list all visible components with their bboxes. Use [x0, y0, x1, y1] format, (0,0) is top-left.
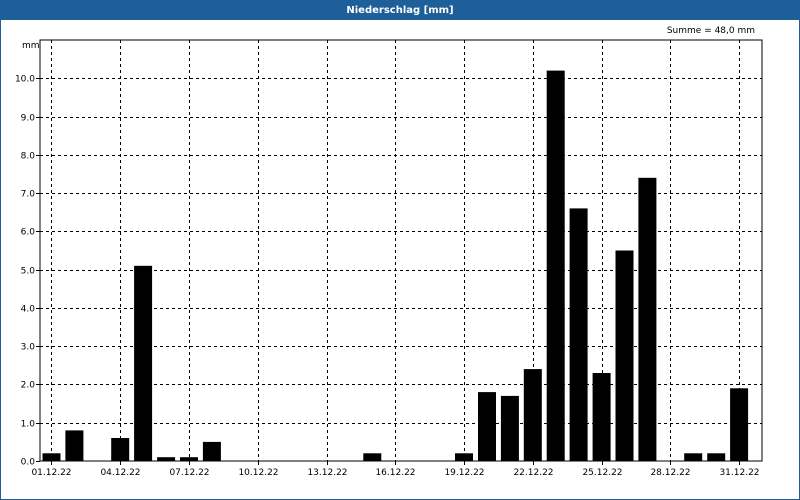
y-tick-label: 9.0 — [21, 114, 36, 124]
x-tick-label: 22.12.22 — [513, 468, 553, 478]
y-tick-label: 3.0 — [21, 343, 36, 353]
y-tick-label: 4.0 — [21, 305, 36, 315]
sum-annotation: Summe = 48,0 mm — [667, 26, 755, 36]
y-tick-label: 8.0 — [21, 152, 36, 162]
bar — [202, 441, 221, 461]
x-tick-label: 10.12.22 — [238, 468, 278, 478]
y-tick-label: 10.0 — [15, 75, 35, 85]
x-tick-label: 28.12.22 — [650, 468, 690, 478]
x-tick-label: 01.12.22 — [31, 468, 71, 478]
y-tick-label: 6.0 — [21, 228, 36, 238]
bar — [111, 438, 130, 461]
y-tick-label: 2.0 — [21, 381, 36, 391]
x-tick-label: 07.12.22 — [169, 468, 209, 478]
bar — [42, 453, 61, 461]
bar — [65, 430, 84, 461]
y-axis: 0.0 1.0 2.0 3.0 4.0 5.0 6.0 7.0 8.0 9.0 10.0 — [15, 75, 40, 468]
bar — [478, 392, 496, 461]
y-tick-label: 7.0 — [21, 190, 36, 200]
bar — [638, 177, 657, 462]
x-tick-label: 25.12.22 — [582, 468, 622, 478]
bar — [684, 453, 703, 461]
bar — [500, 395, 519, 461]
x-tick-label: 31.12.22 — [719, 468, 759, 478]
x-axis: 01.12.22 04.12.22 07.12.22 10.12.22 13.12.22… — [31, 461, 760, 478]
bar — [157, 457, 176, 461]
y-axis-label: mm — [22, 41, 40, 51]
bar — [523, 369, 542, 461]
bar — [363, 453, 382, 461]
x-tick-label: 19.12.22 — [444, 468, 484, 478]
bar — [615, 250, 634, 461]
bar — [455, 453, 473, 461]
y-tick-label: 0.0 — [21, 458, 36, 468]
bar — [134, 265, 153, 461]
bar — [707, 453, 726, 461]
x-tick-label: 04.12.22 — [100, 468, 140, 478]
y-tick-label: 5.0 — [21, 267, 36, 277]
precipitation-chart: 0.0 1.0 2.0 3.0 4.0 5.0 6.0 7.0 8.0 9.0 10.0 01.12… — [15, 26, 763, 478]
bar — [730, 388, 749, 461]
y-tick-label: 1.0 — [21, 420, 36, 430]
x-tick-label: 13.12.22 — [307, 468, 347, 478]
bar — [569, 208, 588, 461]
bar — [180, 457, 198, 461]
bar — [592, 373, 611, 461]
x-tick-label: 16.12.22 — [375, 468, 415, 478]
bar — [546, 70, 565, 461]
